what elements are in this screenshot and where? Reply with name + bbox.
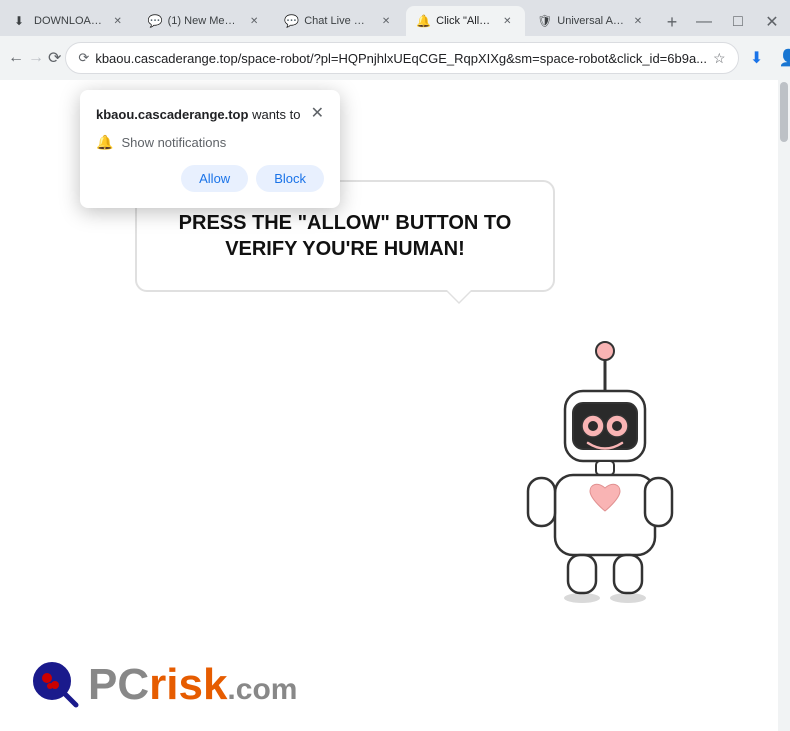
bookmark-icon[interactable]: ☆ (713, 50, 726, 67)
popup-site-info: kbaou.cascaderange.top wants to (96, 106, 301, 124)
popup-notification-row: 🔔 Show notifications (96, 134, 324, 151)
back-button[interactable]: ← (8, 42, 24, 74)
popup-buttons: Allow Block (96, 165, 324, 192)
allow-button[interactable]: Allow (181, 165, 248, 192)
bubble-text: PRESS THE "ALLOW" BUTTON TO VERIFY YOU'R… (177, 210, 513, 262)
tab-label-allow: Click "Allow" (436, 15, 493, 27)
tab-favicon-universal: 🛡 (537, 14, 551, 28)
tab-download[interactable]: ⬇ DOWNLOAD... ✕ (4, 6, 136, 36)
tab-close-allow[interactable]: ✕ (499, 13, 515, 29)
browser-viewport: kbaou.cascaderange.top wants to ✕ 🔔 Show… (0, 80, 790, 731)
bell-icon: 🔔 (96, 134, 113, 151)
reload-button[interactable]: ⟳ (48, 42, 61, 74)
forward-button[interactable]: → (28, 42, 44, 74)
tab-chat[interactable]: 💬 Chat Live wit... ✕ (274, 6, 404, 36)
window-controls: — □ ✕ (690, 8, 786, 36)
tab-favicon-chat: 💬 (284, 14, 298, 28)
tab-label-messages: (1) New Mess... (168, 15, 241, 27)
tab-bar: ⬇ DOWNLOAD... ✕ 💬 (1) New Mess... ✕ 💬 Ch… (0, 0, 790, 36)
pc-text: PC (88, 660, 149, 709)
tab-label-download: DOWNLOAD... (34, 15, 104, 27)
risk-text: risk (149, 660, 227, 709)
block-button[interactable]: Block (256, 165, 324, 192)
tab-close-universal[interactable]: ✕ (630, 13, 646, 29)
pcrisk-icon (30, 659, 82, 711)
new-tab-button[interactable]: + (658, 8, 686, 36)
popup-notification-label: Show notifications (121, 135, 226, 150)
download-icon[interactable]: ⬇ (743, 44, 771, 72)
popup-wants-to: wants to (252, 107, 300, 122)
maximize-button[interactable]: □ (724, 8, 752, 36)
popup-site-name: kbaou.cascaderange.top (96, 107, 248, 122)
tab-label-universal: Universal Ad... (557, 15, 624, 27)
tab-favicon-download: ⬇ (14, 14, 28, 28)
popup-header: kbaou.cascaderange.top wants to ✕ (96, 106, 324, 124)
profile-icon[interactable]: 👤 (773, 42, 790, 74)
tab-universal[interactable]: 🛡 Universal Ad... ✕ (527, 6, 656, 36)
tab-messages[interactable]: 💬 (1) New Mess... ✕ (138, 6, 273, 36)
dotcom-text: .com (227, 673, 297, 706)
pcrisk-brand-text: PCrisk.com (88, 660, 297, 710)
scrollbar[interactable] (778, 80, 790, 731)
popup-close-button[interactable]: ✕ (311, 106, 324, 122)
notification-popup: kbaou.cascaderange.top wants to ✕ 🔔 Show… (80, 90, 340, 208)
tab-favicon-allow: 🔔 (416, 14, 430, 28)
tab-close-chat[interactable]: ✕ (378, 13, 394, 29)
toolbar-right: ⬇ 👤 ⋮ (743, 42, 790, 74)
minimize-button[interactable]: — (690, 8, 718, 36)
tab-close-download[interactable]: ✕ (110, 13, 126, 29)
close-button[interactable]: ✕ (758, 8, 786, 36)
tab-click-allow[interactable]: 🔔 Click "Allow" ✕ (406, 6, 525, 36)
robot-svg (500, 336, 710, 606)
address-bar[interactable]: ⟳ kbaou.cascaderange.top/space-robot/?pl… (65, 42, 738, 74)
address-reload-icon: ⟳ (78, 50, 89, 66)
robot-illustration (500, 336, 710, 611)
scrollbar-thumb[interactable] (780, 82, 788, 142)
tab-favicon-messages: 💬 (148, 14, 162, 28)
browser-window: ⬇ DOWNLOAD... ✕ 💬 (1) New Mess... ✕ 💬 Ch… (0, 0, 790, 731)
pcrisk-logo: PCrisk.com (30, 659, 297, 711)
address-text: kbaou.cascaderange.top/space-robot/?pl=H… (95, 51, 707, 66)
nav-bar: ← → ⟳ ⟳ kbaou.cascaderange.top/space-rob… (0, 36, 790, 80)
tab-close-messages[interactable]: ✕ (246, 13, 262, 29)
tab-label-chat: Chat Live wit... (304, 15, 372, 27)
